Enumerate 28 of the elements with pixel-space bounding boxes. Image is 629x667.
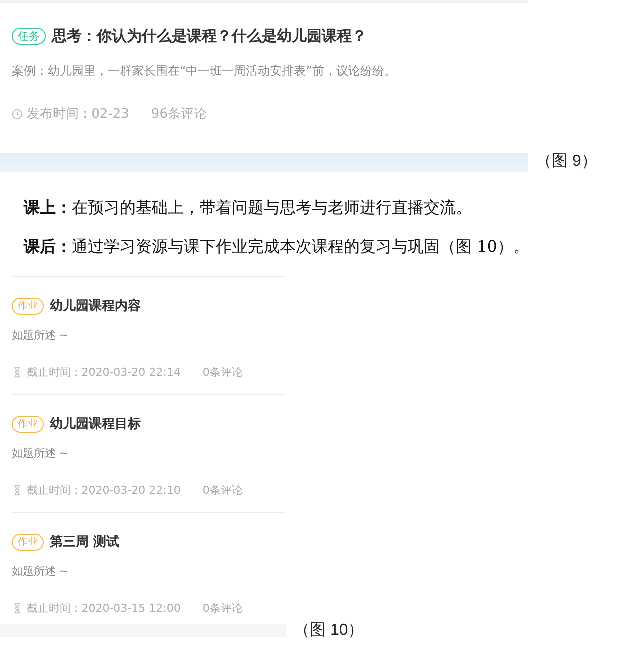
paragraph: 课后：通过学习资源与课下作业完成本次课程的复习与巩固（图 10）。: [24, 236, 530, 258]
item-title: 第三周 测试: [50, 534, 120, 551]
hourglass-icon: [12, 603, 23, 614]
item-description: 案例：幼儿园里，一群家长围在“中一班一周活动安排表”前，议论纷纷。: [12, 63, 398, 80]
item-description: 如题所述 ~: [12, 564, 70, 579]
tag-badge: 作业: [12, 534, 44, 550]
hourglass-icon: [12, 367, 23, 378]
hourglass-icon: [12, 485, 23, 496]
tag-badge: 任务: [12, 28, 46, 45]
comment-count[interactable]: 0条评论: [202, 365, 243, 380]
item-title: 幼儿园课程内容: [50, 298, 141, 315]
item-title: 幼儿园课程目标: [50, 416, 141, 433]
item-description: 如题所述 ~: [12, 328, 70, 343]
figure-caption: （图 9）: [536, 152, 598, 172]
comment-count[interactable]: 0条评论: [202, 483, 243, 498]
deadline-time: 截止时间 : 2020-03-20 22:14: [27, 365, 181, 380]
clock-icon: [12, 108, 23, 120]
item-title: 思考：你认为什么是课程？什么是幼儿园课程？: [52, 27, 367, 46]
figure-caption: （图 10）: [294, 621, 364, 641]
tag-badge: 作业: [12, 298, 44, 314]
deadline-time: 截止时间 : 2020-03-20 22:10: [27, 483, 181, 498]
publish-time: 发布时间 : 02-23: [27, 106, 130, 123]
comment-count[interactable]: 96条评论: [151, 105, 207, 123]
tag-badge: 作业: [12, 416, 44, 432]
paragraph: 课上：在预习的基础上，带着问题与思考与老师进行直播交流。: [24, 197, 473, 219]
deadline-time: 截止时间 : 2020-03-15 12:00: [27, 601, 181, 616]
comment-count[interactable]: 0条评论: [202, 601, 243, 616]
item-description: 如题所述 ~: [12, 446, 70, 461]
